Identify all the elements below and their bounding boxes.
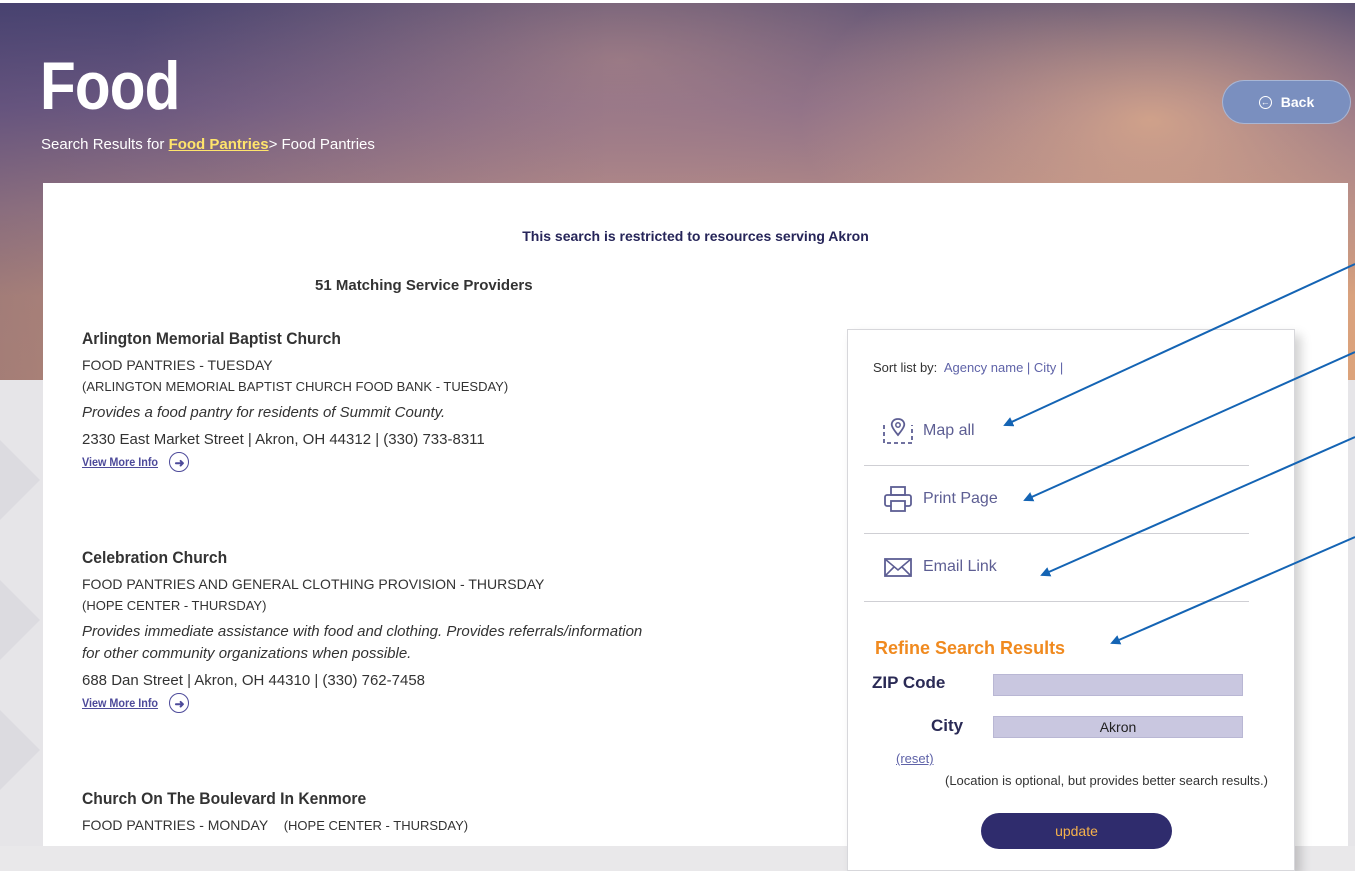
map-all-label: Map all bbox=[923, 422, 975, 439]
back-button-label: Back bbox=[1280, 94, 1315, 110]
printer-icon bbox=[884, 486, 912, 512]
city-label: City bbox=[931, 716, 964, 735]
print-page-button[interactable]: Print Page bbox=[864, 465, 1249, 534]
result-service-text: FOOD PANTRIES - MONDAY bbox=[82, 817, 269, 833]
result-description-line: Provides immediate assistance with food … bbox=[82, 623, 643, 640]
match-count: 51 Matching Service Providers bbox=[315, 277, 533, 294]
result-service: FOOD PANTRIES - TUESDAY bbox=[82, 357, 273, 373]
reset-link[interactable]: (reset) bbox=[896, 751, 934, 766]
zip-code-input[interactable] bbox=[993, 674, 1243, 696]
map-pin-icon bbox=[883, 418, 913, 444]
result-service: FOOD PANTRIES AND GENERAL CLOTHING PROVI… bbox=[82, 576, 545, 592]
breadcrumb-link-food-pantries[interactable]: Food Pantries bbox=[169, 136, 269, 153]
result-item: Arlington Memorial Baptist Church FOOD P… bbox=[82, 329, 802, 472]
view-more-info-label: View More Info bbox=[82, 696, 159, 710]
result-agency: (HOPE CENTER - THURSDAY) bbox=[82, 598, 267, 613]
email-link-button[interactable]: Email Link bbox=[864, 533, 1249, 602]
update-button[interactable]: update bbox=[981, 813, 1172, 849]
arrow-right-icon: ➜ bbox=[169, 693, 190, 713]
result-description: Provides a food pantry for residents of … bbox=[82, 404, 446, 421]
view-more-info-link[interactable]: View More Info ➜ bbox=[82, 452, 802, 472]
result-item: Church On The Boulevard In Kenmore FOOD … bbox=[82, 789, 802, 839]
result-name[interactable]: Arlington Memorial Baptist Church bbox=[82, 329, 744, 349]
breadcrumb-current: > Food Pantries bbox=[268, 136, 375, 153]
result-agency: (HOPE CENTER - THURSDAY) bbox=[283, 818, 469, 833]
result-address: 688 Dan Street | Akron, OH 44310 | (330)… bbox=[82, 672, 426, 689]
sort-separator: | bbox=[1023, 360, 1034, 375]
result-description-line: for other community organizations when p… bbox=[82, 645, 412, 662]
restriction-note: This search is restricted to resources s… bbox=[522, 228, 869, 244]
map-all-button[interactable]: Map all bbox=[864, 397, 1249, 466]
result-address: 2330 East Market Street | Akron, OH 4431… bbox=[82, 431, 485, 448]
sort-separator: | bbox=[1056, 360, 1064, 375]
result-service: FOOD PANTRIES - MONDAY (HOPE CENTER - TH… bbox=[82, 817, 802, 833]
sort-by-agency-link[interactable]: Agency name bbox=[944, 360, 1024, 375]
result-agency: (ARLINGTON MEMORIAL BAPTIST CHURCH FOOD … bbox=[82, 379, 509, 394]
zip-code-label: ZIP Code bbox=[872, 673, 946, 692]
view-more-info-link[interactable]: View More Info ➜ bbox=[82, 693, 802, 713]
sort-by-city-link[interactable]: City bbox=[1034, 360, 1056, 375]
results-panel: This search is restricted to resources s… bbox=[43, 183, 1348, 871]
top-border bbox=[0, 0, 1355, 3]
sidebar-tools: Sort list by: Agency name | City | Map a… bbox=[847, 329, 1295, 871]
back-arrow-icon: ← bbox=[1258, 95, 1272, 109]
envelope-icon bbox=[884, 558, 912, 577]
email-link-label: Email Link bbox=[923, 558, 997, 575]
back-button[interactable]: ← Back bbox=[1222, 80, 1351, 124]
location-optional-note: (Location is optional, but provides bett… bbox=[944, 773, 1268, 788]
sort-label: Sort list by: bbox=[873, 360, 938, 375]
view-more-info-label: View More Info bbox=[82, 455, 159, 469]
result-description: Provides immediate assistance with food … bbox=[82, 621, 802, 665]
city-input[interactable] bbox=[993, 716, 1243, 738]
page-title: Food bbox=[40, 48, 180, 124]
breadcrumb-prefix: Search Results for bbox=[41, 136, 169, 153]
result-name[interactable]: Church On The Boulevard In Kenmore bbox=[82, 789, 744, 809]
result-item: Celebration Church FOOD PANTRIES AND GEN… bbox=[82, 548, 802, 713]
breadcrumb: Search Results for Food Pantries> Food P… bbox=[41, 136, 375, 153]
result-name[interactable]: Celebration Church bbox=[82, 548, 744, 568]
print-page-label: Print Page bbox=[923, 490, 998, 507]
arrow-right-icon: ➜ bbox=[169, 452, 190, 472]
refine-search-title: Refine Search Results bbox=[875, 638, 1066, 658]
sort-row: Sort list by: Agency name | City | bbox=[873, 360, 1063, 375]
